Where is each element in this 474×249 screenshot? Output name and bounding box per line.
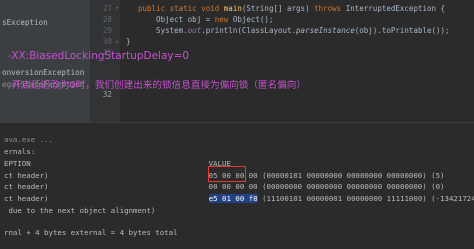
- code-token: new: [214, 15, 233, 24]
- highlight-box: [208, 166, 246, 182]
- vm-option-annotation: -XX:BiasedLockingStartupDelay=0: [8, 50, 190, 62]
- code-line: }: [126, 37, 131, 46]
- code-line: Object obj = new Object();: [138, 15, 273, 24]
- console-line: EPTION VALUE: [4, 159, 231, 168]
- fold-icon[interactable]: ▴: [115, 37, 119, 45]
- code-token: Object obj =: [138, 15, 215, 24]
- console-line: ernals:: [4, 147, 36, 156]
- console-line: due to the next object alignment): [4, 206, 156, 215]
- tree-item[interactable]: onversionException: [2, 68, 84, 77]
- code-token: System.: [138, 26, 188, 35]
- code-token: InterruptedException {: [345, 4, 446, 13]
- code-token: throws: [314, 4, 346, 13]
- fold-icon[interactable]: ▾: [115, 4, 119, 12]
- code-token: main: [223, 4, 242, 13]
- console-line: ct header) 00 00 00 00 (00000000 0000000…: [4, 182, 445, 191]
- code-token: (obj).toPrintable());: [354, 26, 450, 35]
- code-token: parseInstance: [296, 26, 355, 35]
- line-number: 30: [102, 37, 112, 46]
- code-token: }: [126, 37, 131, 46]
- console-text: ct header): [4, 194, 209, 203]
- console-line: ct header) e5 01 00 f8 (11100101 0000000…: [4, 194, 474, 203]
- explanation-annotation: 开启延迟改为0时，我们创建出来的锁信息直接为偏向锁（匿名偏向）: [12, 80, 306, 91]
- line-number: 27: [102, 4, 112, 13]
- tree-item[interactable]: sException: [2, 18, 48, 27]
- line-number: 29: [102, 26, 112, 35]
- code-token: public static void: [138, 4, 224, 13]
- code-token: out: [187, 26, 202, 35]
- code-line: public static void main(String[] args) t…: [138, 4, 445, 13]
- code-token: (String[] args): [241, 4, 315, 13]
- line-number: 32: [102, 90, 112, 99]
- run-console[interactable]: ava.exe ... ernals: EPTION VALUE ct head…: [0, 122, 474, 249]
- console-line: rnal + 4 bytes external = 4 bytes total: [4, 228, 178, 237]
- code-line: System.out.println(ClassLayout.parseInst…: [138, 26, 450, 35]
- code-token: Object();: [232, 15, 274, 24]
- selected-bytes: e5 01 00 f8: [208, 194, 258, 203]
- line-number: 28: [102, 15, 112, 24]
- console-line: ava.exe ...: [4, 135, 53, 144]
- code-token: .println(ClassLayout.: [201, 26, 297, 35]
- console-text: (11100101 00000001 00000000 11111000) (-…: [257, 194, 474, 203]
